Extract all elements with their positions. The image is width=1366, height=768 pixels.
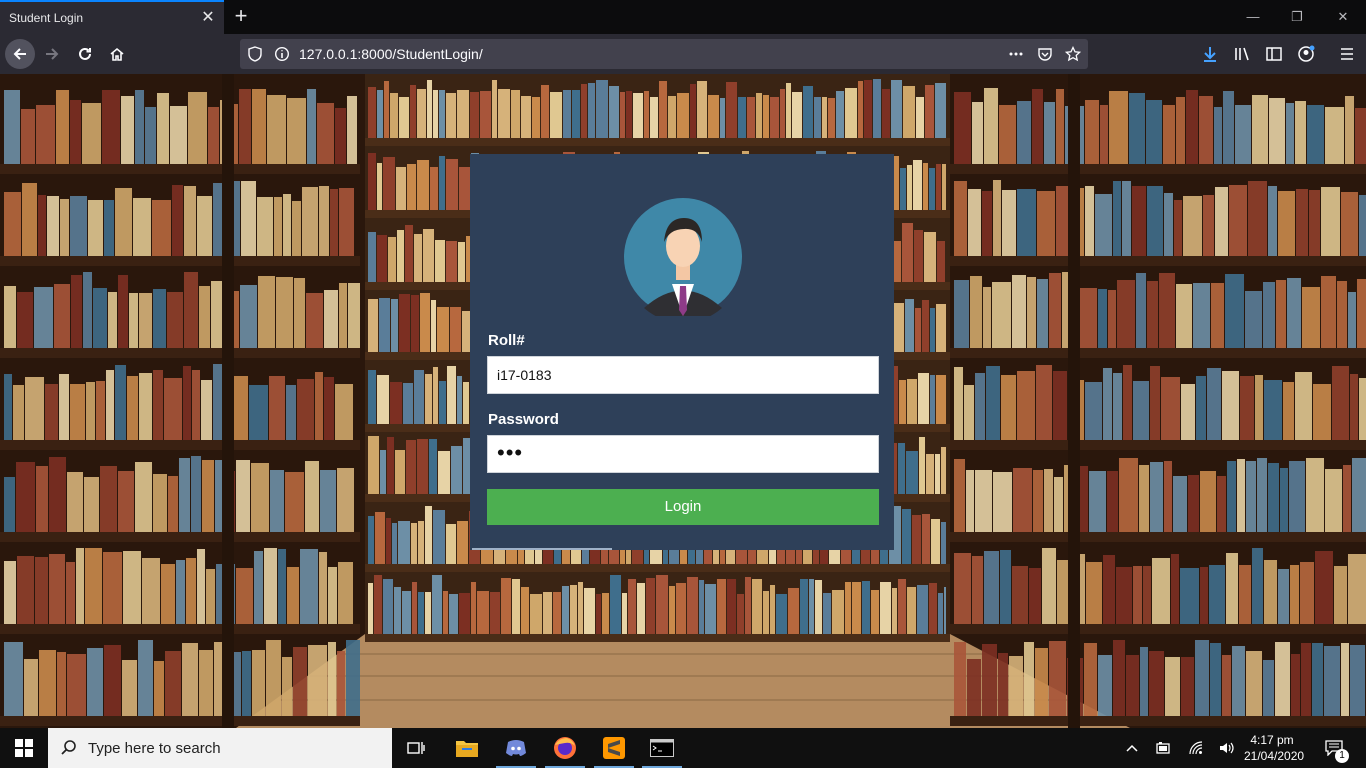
terminal-app[interactable]: [638, 728, 686, 768]
pocket-icon[interactable]: [1037, 46, 1053, 62]
sidebar-icon[interactable]: [1265, 45, 1283, 63]
home-button[interactable]: [102, 39, 132, 69]
card-bottom-strip: [472, 548, 612, 550]
reload-icon: [79, 47, 91, 60]
clock[interactable]: 4:17 pm 21/04/2020: [1244, 732, 1305, 764]
task-view-button[interactable]: [392, 728, 440, 768]
arrow-right-icon: [46, 48, 59, 60]
start-button[interactable]: [0, 728, 48, 768]
info-icon[interactable]: [274, 46, 290, 62]
tab-bar: Student Login ✕ + — ❐ ✕: [0, 0, 1366, 34]
search-placeholder: Type here to search: [88, 740, 221, 757]
library-background: Roll# i17-0183 Password ••• Login: [0, 74, 1366, 728]
password-input[interactable]: •••: [487, 435, 879, 473]
download-icon[interactable]: [1201, 45, 1219, 63]
notification-badge: 1: [1335, 749, 1349, 763]
bookmark-star-icon[interactable]: [1065, 46, 1081, 62]
battery-icon[interactable]: [1155, 740, 1171, 756]
volume-icon[interactable]: [1218, 740, 1234, 756]
roll-number-input[interactable]: i17-0183: [487, 356, 879, 394]
terminal-icon: [650, 739, 674, 757]
firefox-icon: [554, 737, 576, 759]
sublime-text-app[interactable]: [590, 728, 638, 768]
user-avatar-icon: [624, 198, 742, 316]
shield-icon[interactable]: [247, 46, 263, 62]
file-explorer-app[interactable]: [443, 728, 491, 768]
discord-app[interactable]: [492, 728, 540, 768]
sublime-text-icon: [603, 737, 625, 759]
restore-icon[interactable]: ❐: [1288, 8, 1306, 26]
library-icon[interactable]: [1233, 45, 1251, 63]
wifi-icon[interactable]: [1188, 740, 1204, 756]
navigation-toolbar: 127.0.0.1:8000/StudentLogin/: [0, 34, 1366, 74]
task-view-icon: [407, 742, 425, 754]
home-icon: [110, 47, 124, 61]
firefox-app[interactable]: [541, 728, 589, 768]
password-label: Password: [488, 411, 559, 428]
windows-logo-icon: [15, 739, 33, 757]
windows-taskbar: Type here to search 4:17 pm 21/04/2020 1: [0, 728, 1366, 768]
clock-date: 21/04/2020: [1244, 749, 1305, 763]
discord-icon: [506, 740, 526, 756]
new-tab-icon[interactable]: +: [231, 4, 251, 28]
tab-student-login[interactable]: Student Login ✕: [0, 0, 224, 34]
close-tab-icon[interactable]: ✕: [200, 10, 216, 26]
address-bar[interactable]: 127.0.0.1:8000/StudentLogin/: [240, 39, 1088, 69]
reload-button[interactable]: [70, 39, 100, 69]
forward-button[interactable]: [37, 39, 67, 69]
taskbar-search[interactable]: Type here to search: [48, 728, 392, 768]
close-window-icon[interactable]: ✕: [1334, 8, 1352, 26]
folder-icon: [456, 741, 478, 757]
account-icon[interactable]: [1297, 45, 1315, 63]
menu-icon[interactable]: [1338, 45, 1356, 63]
roll-number-label: Roll#: [488, 332, 525, 349]
arrow-left-icon: [13, 48, 26, 60]
login-button[interactable]: Login: [487, 489, 879, 525]
minimize-icon[interactable]: —: [1244, 8, 1262, 26]
action-center-button[interactable]: 1: [1318, 728, 1366, 768]
clock-time: 4:17 pm: [1250, 733, 1294, 747]
login-card: Roll# i17-0183 Password ••• Login: [470, 154, 894, 550]
url-text[interactable]: 127.0.0.1:8000/StudentLogin/: [299, 46, 483, 62]
tab-title: Student Login: [9, 11, 84, 25]
back-button[interactable]: [5, 39, 35, 69]
chevron-up-icon[interactable]: [1124, 740, 1140, 756]
search-icon: [61, 740, 76, 755]
more-actions-icon[interactable]: [1008, 46, 1024, 62]
